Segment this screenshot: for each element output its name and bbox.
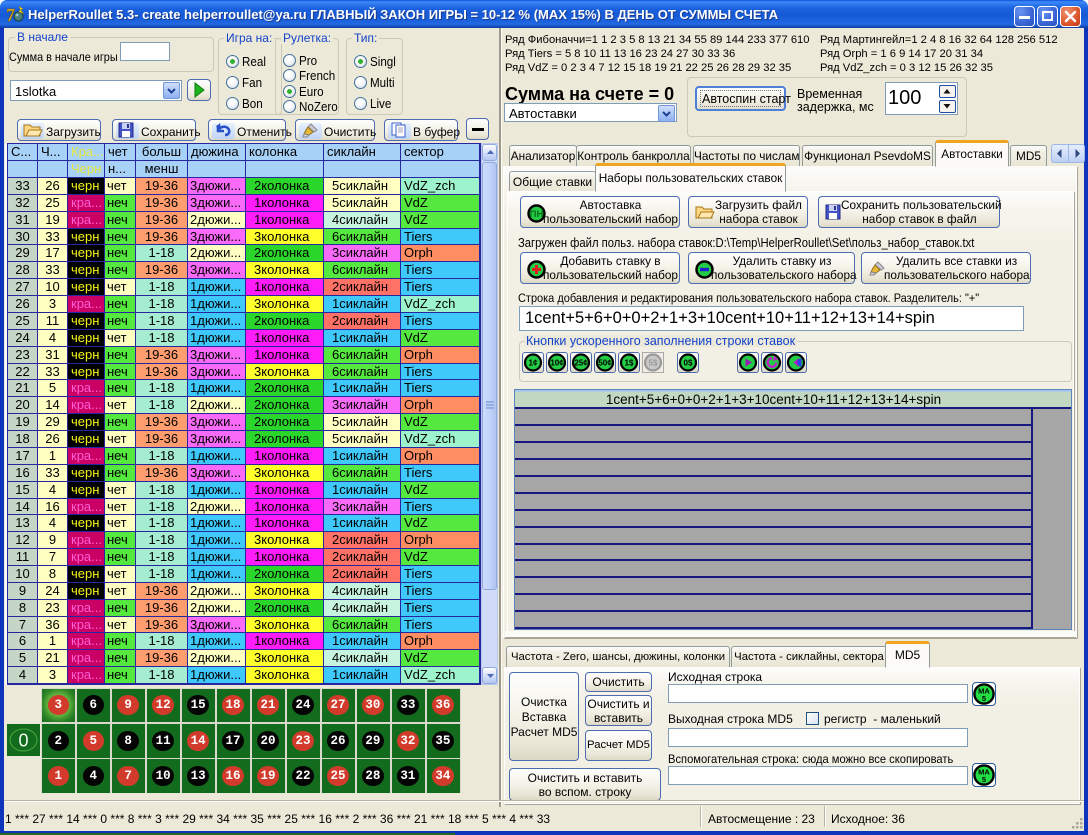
- svg-text:10¢: 10¢: [550, 359, 564, 368]
- svg-text:ПН: ПН: [530, 209, 544, 220]
- svg-text:5: 5: [982, 694, 986, 703]
- svg-text:1¢: 1¢: [529, 359, 538, 368]
- svg-text:5: 5: [982, 775, 986, 784]
- svg-text:25¢: 25¢: [574, 359, 588, 368]
- svg-text:0$: 0$: [684, 359, 693, 368]
- svg-text:1$: 1$: [625, 359, 634, 368]
- svg-text:7: 7: [7, 5, 15, 23]
- svg-text:50¢: 50¢: [598, 359, 612, 368]
- svg-text:0: 0: [18, 731, 28, 751]
- svg-text:5$: 5$: [649, 359, 658, 368]
